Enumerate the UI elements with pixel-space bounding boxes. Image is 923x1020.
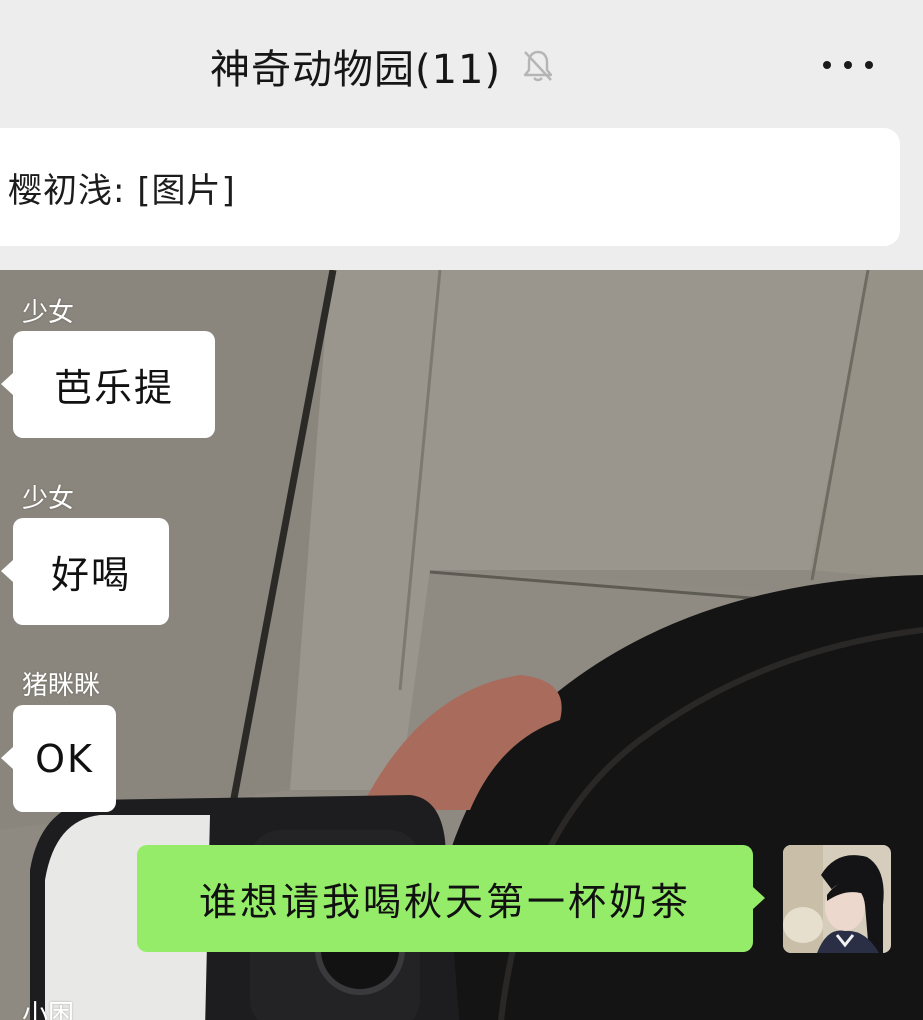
dot: [865, 61, 873, 69]
sender-name: 小困: [22, 1000, 75, 1020]
sender-name: 猪眯眯: [22, 671, 101, 701]
title-group[interactable]: 神奇动物园(11): [210, 38, 557, 94]
message-bubble[interactable]: 好喝: [1, 518, 169, 625]
pinned-message-text: 樱初浅: [图片]: [8, 170, 236, 211]
sender-name: 少女: [22, 484, 75, 514]
sender-name: 少女: [22, 298, 75, 328]
bell-off-icon: [519, 47, 557, 85]
pinned-message-bar[interactable]: 樱初浅: [图片]: [0, 128, 900, 246]
my-message-bubble[interactable]: 谁想请我喝秋天第一杯奶茶: [137, 845, 765, 952]
dot: [823, 61, 831, 69]
dot: [844, 61, 852, 69]
avatar-image: [783, 845, 891, 953]
avatar[interactable]: [783, 845, 891, 953]
more-dots-icon[interactable]: [823, 50, 873, 80]
chat-header: 神奇动物园(11): [0, 0, 923, 128]
chat-title: 神奇动物园(11): [210, 47, 502, 93]
message-list[interactable]: 少女 芭乐提 少女 好喝 猪眯眯 OK 谁想请我喝秋天第一杯奶茶 小困: [0, 270, 923, 1020]
message-bubble[interactable]: OK: [1, 705, 116, 812]
message-bubble[interactable]: 芭乐提: [1, 331, 215, 438]
